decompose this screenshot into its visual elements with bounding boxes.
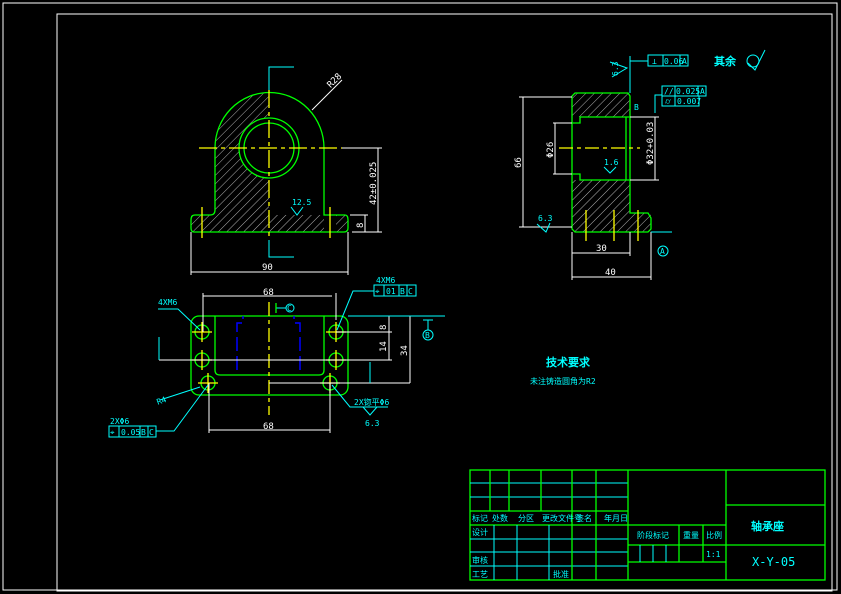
label-approve: 批准 (553, 569, 569, 579)
dim-34: 34 (400, 345, 410, 356)
svg-text:C: C (149, 428, 154, 437)
label-4xm6-left: 4XM6 (158, 298, 177, 307)
header-count: 处数 (492, 513, 508, 523)
svg-text://: // (664, 87, 674, 96)
label-2x-right: 2X锪平Φ6 (354, 397, 389, 407)
svg-text:⌖: ⌖ (110, 428, 115, 437)
part-name: 轴承座 (751, 519, 784, 533)
svg-text:0.05: 0.05 (121, 428, 140, 437)
dim-height: 42±0.025 (369, 162, 379, 205)
svg-text:0.025: 0.025 (676, 87, 700, 96)
dim-side-height: 66 (514, 157, 524, 168)
svg-text:01: 01 (386, 287, 396, 296)
header-sign: 签名 (576, 513, 592, 523)
dim-30: 30 (596, 244, 607, 254)
base-hatch (269, 215, 324, 232)
label-r4: R4 (155, 395, 167, 407)
top-view: C 68 68 8 14 34 B 4XM6 4XM6 ⌖ 01 B C R4 … (108, 276, 445, 438)
svg-text:B: B (400, 287, 405, 296)
dim-base: 8 (356, 223, 366, 228)
roughness-front: 12.5 (292, 198, 311, 207)
section-mark-top (268, 66, 294, 90)
svg-text:A: A (700, 87, 705, 96)
svg-text:B: B (141, 428, 146, 437)
label-2x6: 2XΦ6 (110, 417, 129, 426)
svg-text:⊥: ⊥ (652, 57, 657, 66)
side-view: 66 Φ26 Φ32+0.03 30 40 A 6.3 1.6 6.3 ⊥ 0.… (514, 49, 766, 280)
roughness-top: 6.3 (611, 61, 620, 76)
label-design: 设计 (472, 527, 488, 537)
dim-hole: Φ32+0.03 (646, 122, 656, 165)
cad-drawing-canvas: R28 42±0.025 8 90 12.5 66 Φ26 Φ32+0.03 3… (2, 2, 838, 592)
parallelism-frame: // 0.025 A ⌭ 0.007 (661, 85, 707, 107)
position-frame-right: ⌖ 01 B C (373, 284, 417, 297)
label-weight: 重量 (683, 530, 699, 540)
other-surfaces-label: 其余 (714, 54, 737, 68)
label-4xm6-right: 4XM6 (376, 276, 395, 285)
dim-68-top: 68 (263, 288, 274, 298)
section-mark-bottom (268, 240, 294, 258)
svg-text:0.06: 0.06 (664, 57, 683, 66)
front-view: R28 42±0.025 8 90 12.5 (190, 66, 382, 275)
base-hatch-right (336, 215, 348, 232)
svg-text:A: A (682, 57, 687, 66)
label-process: 工艺 (472, 570, 488, 579)
datum-b-label: B (425, 331, 430, 340)
svg-text:⌖: ⌖ (375, 287, 380, 296)
label-scale: 比例 (706, 530, 722, 540)
position-frame-left: ⌖ 0.05 B C (108, 425, 157, 438)
datum-a-label: A (660, 247, 665, 256)
dim-8: 8 (379, 325, 389, 330)
tech-req-title: 技术要求 (546, 355, 591, 369)
title-block: 标记 处数 分区 更改文件号 签名 年月日 设计 审核 工艺 批准 阶段标记 重… (469, 469, 826, 581)
roughness-bore: 1.6 (604, 158, 619, 167)
front-section-hatch (191, 93, 269, 232)
datum-c-label: C (287, 304, 292, 313)
dim-radius: R28 (326, 72, 345, 91)
dim-bore: Φ26 (546, 142, 556, 158)
label-stage-mark: 阶段标记 (637, 530, 669, 540)
label-review: 审核 (472, 555, 488, 565)
tech-req-line1: 未注铸造圆角为R2 (530, 376, 596, 386)
header-date: 年月日 (604, 513, 628, 523)
dim-14: 14 (379, 341, 389, 352)
drawing-number: X-Y-05 (752, 555, 795, 569)
outer-border (2, 2, 838, 591)
small-label: B (634, 103, 639, 112)
dim-40: 40 (605, 268, 616, 278)
svg-text:C: C (408, 287, 413, 296)
roughness-top-view: 6.3 (365, 419, 380, 428)
header-zone: 分区 (518, 514, 534, 523)
scale-value: 1:1 (706, 550, 721, 559)
roughness-base: 6.3 (538, 214, 553, 223)
svg-text:0.007: 0.007 (677, 97, 701, 106)
dim-68-bottom: 68 (263, 422, 274, 432)
dim-width: 90 (262, 263, 273, 273)
svg-text:⌭: ⌭ (665, 97, 671, 106)
perpendicularity-frame: ⊥ 0.06 A (647, 54, 689, 67)
header-mark: 标记 (472, 513, 488, 523)
